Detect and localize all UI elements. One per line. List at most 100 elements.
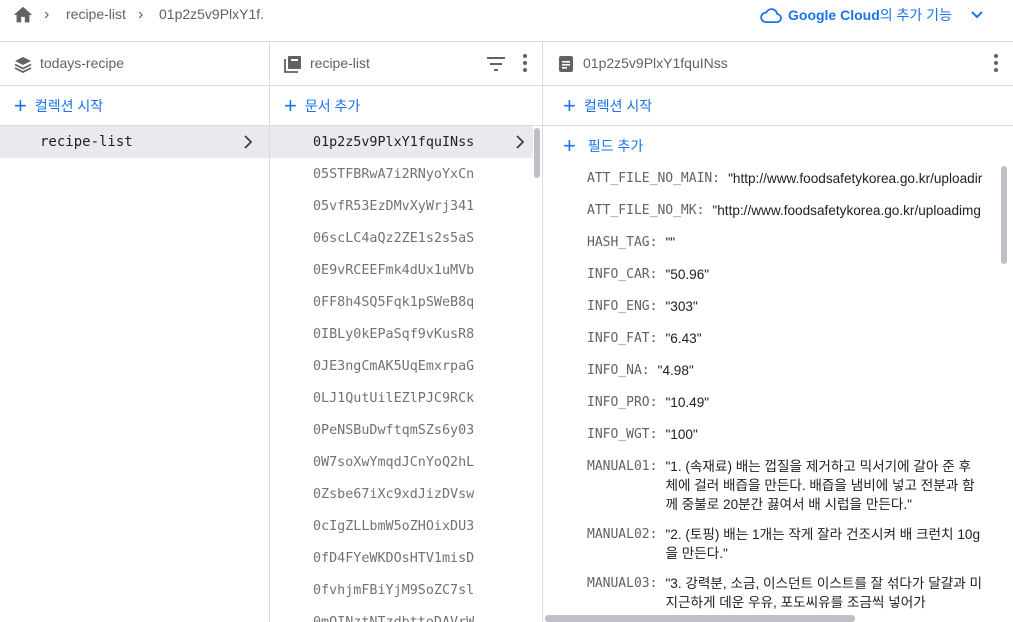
document-list-scrollbar[interactable] (534, 128, 540, 178)
document-item[interactable]: 0JE3ngCmAK5UqEmxrpaG (270, 350, 533, 382)
document-id: 0fD4FYeWKDOsHTV1misD (313, 550, 475, 566)
document-id: 0mOINztNTzdbttoDAVrW (313, 614, 475, 622)
plus-icon: + (14, 92, 27, 118)
field-key: INFO_NA: (587, 363, 650, 378)
document-item[interactable]: 06scLC4aQz2ZE1s2s5aS (270, 222, 533, 254)
field-row[interactable]: INFO_CAR: "50.96" (587, 264, 1007, 286)
add-document-label: 문서 추가 (304, 97, 361, 114)
field-row[interactable]: INFO_ENG: "303" (587, 296, 1007, 318)
field-row[interactable]: INFO_PRO: "10.49" (587, 392, 1007, 414)
document-id: 05vfR53EzDMvXyWrj341 (313, 198, 475, 214)
collection-icon (284, 56, 301, 73)
field-list-horizontal-scrollbar[interactable] (545, 615, 855, 622)
chevron-right-icon (516, 135, 525, 149)
document-item[interactable]: 05vfR53EzDMvXyWrj341 (270, 190, 533, 222)
more-vert-icon[interactable] (993, 53, 999, 73)
field-value: "1. (속재료) 배는 껍질을 제거하고 믹서기에 갈아 준 후 체에 걸러 … (665, 459, 975, 512)
start-subcollection-label: 컬렉션 시작 (583, 97, 653, 114)
root-title: todays-recipe (40, 55, 125, 71)
field-key: ATT_FILE_NO_MK: (587, 203, 705, 218)
add-field-label: 필드 추가 (587, 138, 644, 154)
plus-icon: + (563, 133, 576, 158)
document-id: 01p2z5v9PlxY1fquINss (313, 134, 475, 150)
field-value: "2. (토핑) 배는 1개는 작게 잘라 건조시켜 배 크런치 10g을 만든… (665, 527, 981, 561)
start-collection-label: 컬렉션 시작 (34, 97, 104, 114)
document-id: 0fvhjmFBiYjM9SoZC7sl (313, 582, 475, 598)
field-value: "100" (665, 427, 698, 442)
field-row[interactable]: INFO_NA: "4.98" (587, 360, 1007, 382)
collection-item[interactable]: recipe-list (0, 126, 269, 158)
document-item[interactable]: 0W7soXwYmqdJCnYoQ2hL (270, 446, 533, 478)
chevron-right-icon (244, 135, 253, 149)
collection-title: recipe-list (310, 55, 370, 71)
top-bar: › recipe-list › 01p2z5v9PlxY1f. Google C… (0, 0, 1013, 42)
document-item[interactable]: 01p2z5v9PlxY1fquINss (270, 126, 533, 158)
document-item[interactable]: 0fvhjmFBiYjM9SoZC7sl (270, 574, 533, 606)
filter-icon[interactable] (486, 55, 506, 73)
field-key: HASH_TAG: (587, 235, 658, 250)
field-row[interactable]: ATT_FILE_NO_MAIN: "http://www.foodsafetyk… (587, 168, 1007, 190)
document-item[interactable]: 0PeNSBuDwftqmSZs6y03 (270, 414, 533, 446)
collection-panel: recipe-list + 문서 추가 01p2z5v9PlxY1fquINss… (270, 42, 543, 622)
google-cloud-brand: Google Cloud (788, 7, 880, 23)
document-item[interactable]: 0E9vRCEEFmk4dUx1uMVb (270, 254, 533, 286)
field-key: INFO_CAR: (587, 267, 658, 282)
stack-icon (14, 57, 32, 73)
start-subcollection-button[interactable]: + 컬렉션 시작 (543, 86, 1013, 126)
chevron-right-icon: › (44, 6, 50, 23)
document-icon (559, 56, 573, 72)
document-id: 05STFBRwA7i2RNyoYxCn (313, 166, 475, 182)
field-key: INFO_WGT: (587, 427, 658, 442)
field-row[interactable]: MANUAL02: "2. (토핑) 배는 1개는 작게 잘라 건조시켜 배 크런… (587, 524, 1007, 563)
field-key: ATT_FILE_NO_MAIN: (587, 171, 721, 186)
field-value: "50.96" (665, 267, 710, 282)
field-row[interactable]: INFO_WGT: "100" (587, 424, 1007, 446)
document-item[interactable]: 0fD4FYeWKDOsHTV1misD (270, 542, 533, 574)
google-cloud-extras-button[interactable]: Google Cloud의 추가 기능 (760, 4, 984, 26)
field-list-vertical-scrollbar[interactable] (1001, 166, 1007, 264)
document-panel: 01p2z5v9PlxY1fquINss + 컬렉션 시작 + 필드 추가 AT… (543, 42, 1013, 622)
document-item[interactable]: 0IBLy0kEPaSqf9vKusR8 (270, 318, 533, 350)
document-item[interactable]: 0LJ1QutUilEZlPJC9RCk (270, 382, 533, 414)
field-key: MANUAL03: (587, 576, 658, 591)
document-id: 0FF8h4SQ5Fqk1pSWeB8q (313, 294, 475, 310)
document-id: 0PeNSBuDwftqmSZs6y03 (313, 422, 475, 438)
document-item[interactable]: 0FF8h4SQ5Fqk1pSWeB8q (270, 286, 533, 318)
collection-panel-header: recipe-list (270, 42, 542, 86)
start-collection-button[interactable]: + 컬렉션 시작 (0, 86, 269, 126)
plus-icon: + (563, 92, 576, 118)
field-value: "http://www.foodsafetykorea.go.kr/upload… (728, 171, 983, 186)
breadcrumb-collection[interactable]: recipe-list (66, 6, 126, 22)
document-item[interactable]: 05STFBRwA7i2RNyoYxCn (270, 158, 533, 190)
field-row[interactable]: MANUAL01: "1. (속재료) 배는 껍질을 제거하고 믹서기에 갈아 준… (587, 456, 1007, 514)
field-list: ATT_FILE_NO_MAIN: "http://www.foodsafetyk… (587, 168, 1007, 622)
field-key: INFO_FAT: (587, 331, 658, 346)
cloud-icon (760, 8, 782, 23)
breadcrumb-document[interactable]: 01p2z5v9PlxY1f. (159, 6, 264, 22)
home-icon[interactable] (12, 4, 34, 26)
document-id: 0W7soXwYmqdJCnYoQ2hL (313, 454, 475, 470)
field-key: MANUAL02: (587, 527, 658, 542)
add-document-button[interactable]: + 문서 추가 (270, 86, 542, 126)
document-id: 0Zsbe67iXc9xdJizDVsw (313, 486, 475, 502)
document-item[interactable]: 0Zsbe67iXc9xdJizDVsw (270, 478, 533, 510)
field-value: "10.49" (665, 395, 710, 410)
more-vert-icon[interactable] (522, 53, 528, 73)
root-panel-header: todays-recipe (0, 42, 269, 86)
field-row[interactable]: ATT_FILE_NO_MK: "http://www.foodsafetykor… (587, 200, 1007, 222)
field-row[interactable]: MANUAL03: "3. 강력분, 소금, 이스던트 이스트를 잘 섞다가 달걀… (587, 573, 1007, 612)
document-id: 0IBLy0kEPaSqf9vKusR8 (313, 326, 475, 342)
field-value: "303" (665, 299, 698, 314)
add-field-button[interactable]: + 필드 추가 (543, 126, 1013, 166)
extras-label: 의 추가 기능 (879, 7, 952, 23)
plus-icon: + (284, 92, 297, 118)
field-row[interactable]: HASH_TAG: "" (587, 232, 1007, 254)
field-row[interactable]: INFO_FAT: "6.43" (587, 328, 1007, 350)
chevron-right-icon: › (138, 6, 144, 23)
document-item[interactable]: 0mOINztNTzdbttoDAVrW (270, 606, 533, 622)
document-item[interactable]: 0cIgZLLbmW5oZHOixDU3 (270, 510, 533, 542)
field-value: "4.98" (657, 363, 694, 378)
field-value: "6.43" (665, 331, 702, 346)
root-panel: todays-recipe + 컬렉션 시작 recipe-list (0, 42, 270, 622)
document-id: 0cIgZLLbmW5oZHOixDU3 (313, 518, 475, 534)
